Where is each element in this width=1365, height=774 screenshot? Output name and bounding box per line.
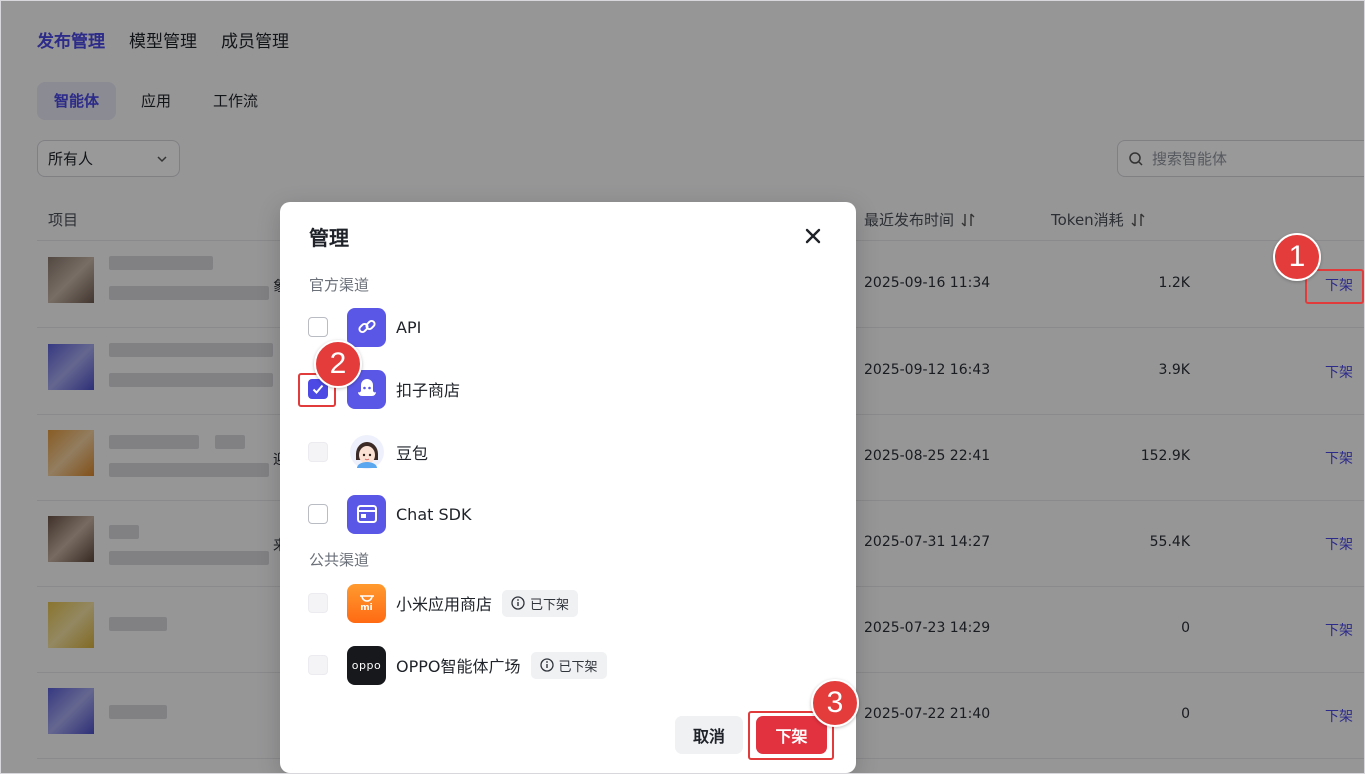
link-icon <box>347 307 386 347</box>
step-marker-1: 1 <box>1273 233 1321 281</box>
doubao-checkbox <box>308 442 328 462</box>
window-icon <box>347 494 386 534</box>
channel-name: 豆包 <box>396 444 429 463</box>
channel-name: OPPO智能体广场 <box>396 657 521 676</box>
official-channels-label: 官方渠道 <box>309 276 370 294</box>
xiaomi-icon-text: mi <box>360 602 373 613</box>
channel-name: API <box>396 317 422 337</box>
xiaomi-checkbox <box>308 593 328 613</box>
channel-doubao: 豆包 <box>308 432 428 472</box>
channel-name: 扣子商店 <box>396 381 461 400</box>
step-marker-3: 3 <box>811 679 859 727</box>
channel-xiaomi-store: mi 小米应用商店 已下架 <box>308 583 579 623</box>
status-badge: 已下架 <box>530 651 607 679</box>
status-badge: 已下架 <box>502 589 579 617</box>
publish-management-page: 发布管理 模型管理 成员管理 智能体 应用 工作流 所有人 项目 最近发布时间 … <box>0 0 1365 774</box>
status-badge-label: 已下架 <box>530 597 570 613</box>
xiaomi-store-icon: mi <box>347 583 386 623</box>
close-icon[interactable] <box>802 225 824 247</box>
channel-oppo: oppo OPPO智能体广场 已下架 <box>308 645 607 685</box>
channel-chat-sdk: Chat SDK <box>308 494 471 534</box>
chat-sdk-checkbox[interactable] <box>308 504 328 524</box>
check-icon <box>312 384 324 394</box>
public-channels-label: 公共渠道 <box>309 551 370 569</box>
confirm-unlist-button[interactable]: 下架 <box>756 716 827 754</box>
doubao-avatar-icon <box>347 432 386 472</box>
info-icon <box>511 596 525 610</box>
oppo-icon-text: oppo <box>351 658 382 672</box>
channel-name: Chat SDK <box>396 504 472 524</box>
api-checkbox[interactable] <box>308 317 328 337</box>
channel-api: API <box>308 307 421 347</box>
dialog-title: 管理 <box>309 226 349 250</box>
cancel-button[interactable]: 取消 <box>675 716 743 754</box>
channel-name: 小米应用商店 <box>396 595 493 614</box>
info-icon <box>539 658 554 672</box>
oppo-icon: oppo <box>347 645 386 685</box>
step-marker-2: 2 <box>314 340 362 388</box>
oppo-checkbox <box>308 655 328 675</box>
status-badge-label: 已下架 <box>558 659 598 675</box>
manage-channels-dialog: 管理 官方渠道 API 扣子商店 豆包 Chat SDK 公共渠道 mi 小米应… <box>280 202 856 773</box>
